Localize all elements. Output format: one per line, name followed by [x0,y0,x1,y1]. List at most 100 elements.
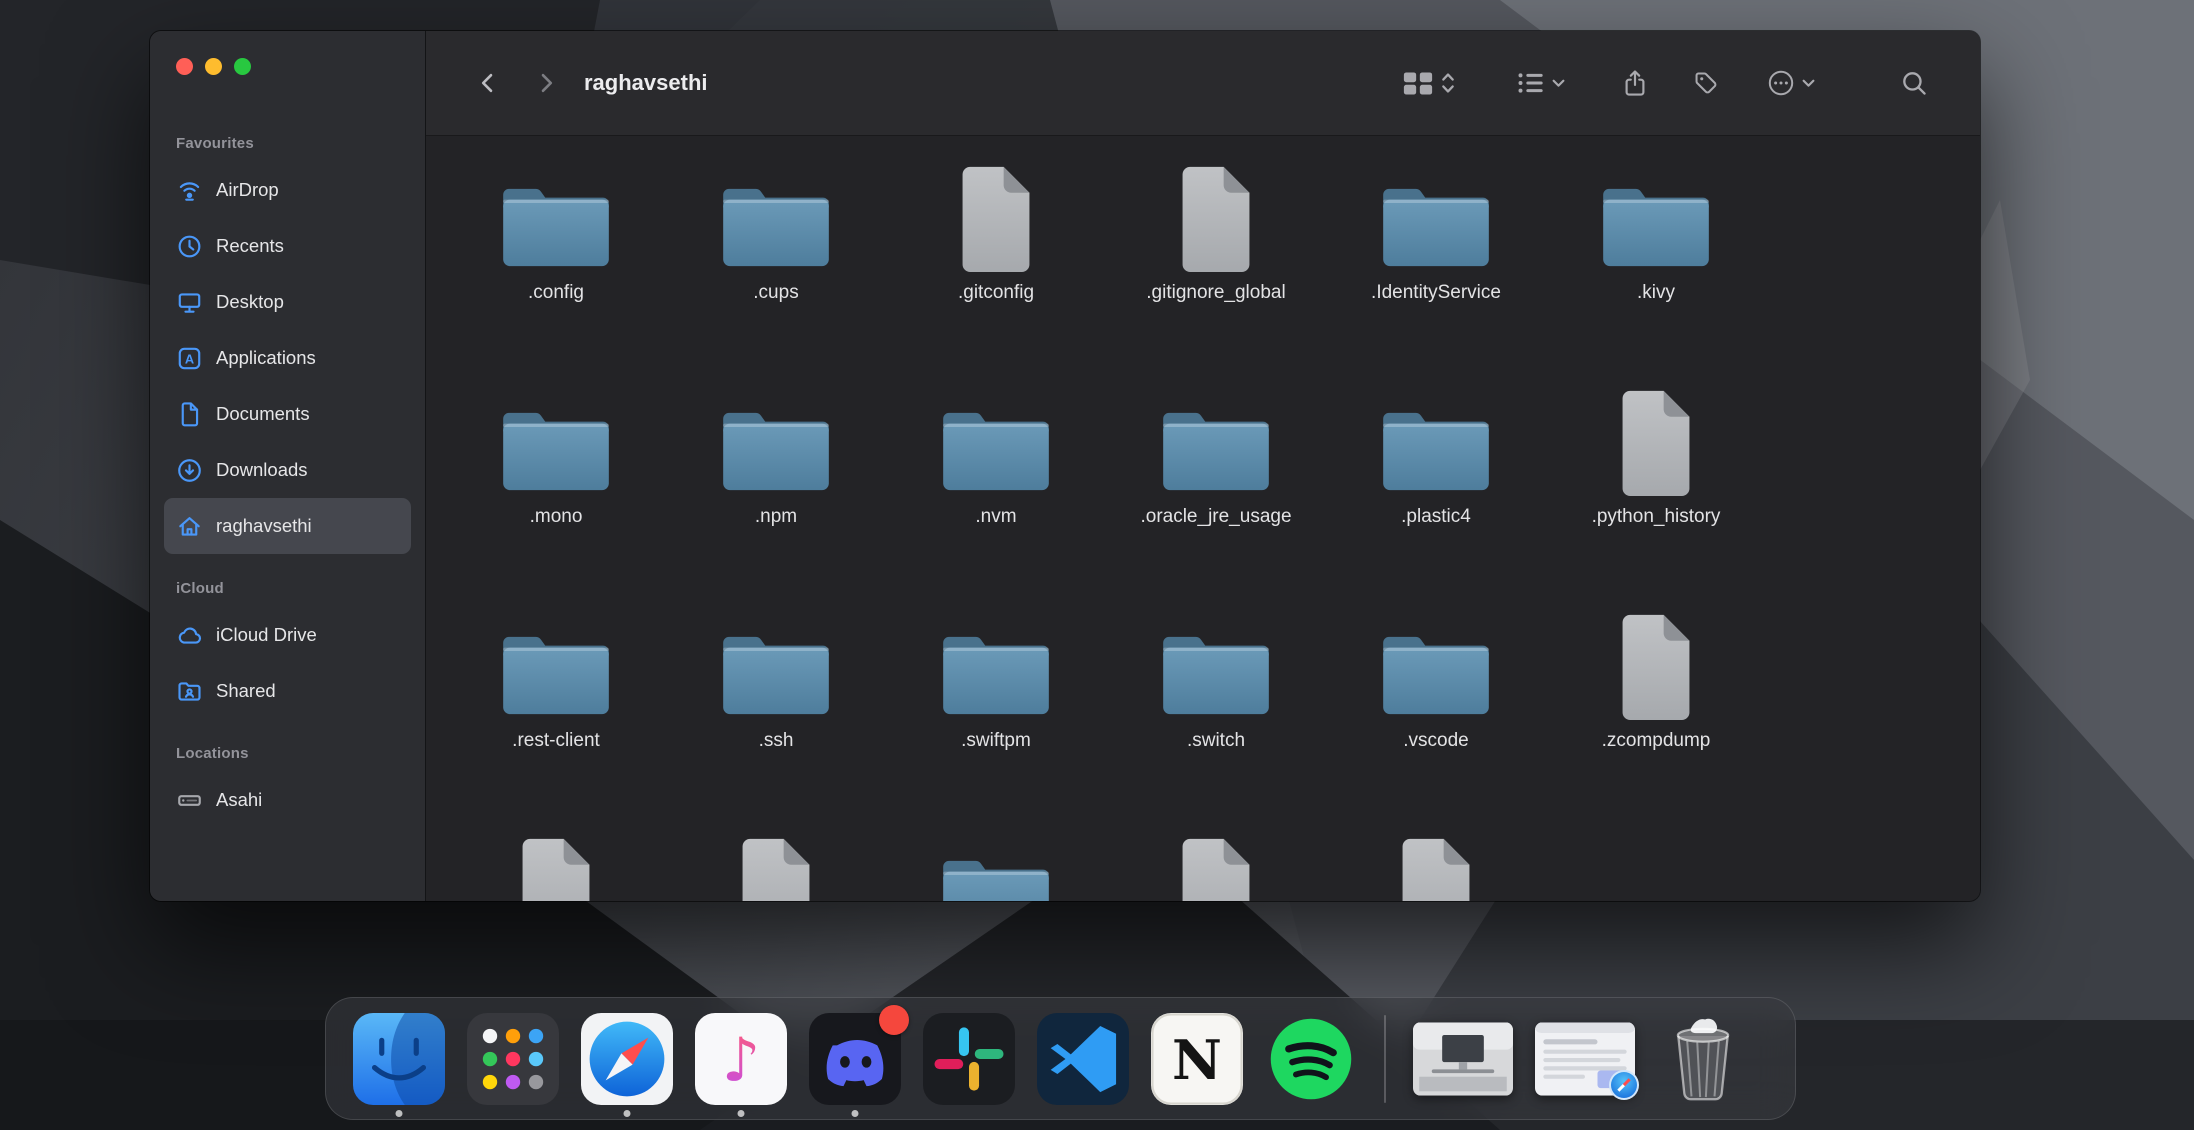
sidebar-item-desktop[interactable]: Desktop [164,274,411,330]
tag-icon [1693,70,1719,96]
view-options-button[interactable] [1402,70,1455,97]
sidebar-item-raghavsethi[interactable]: raghavsethi [164,498,411,554]
dock: ♪ N [325,997,1796,1120]
dock-item-discord[interactable] [809,1013,901,1105]
sidebar-item-airdrop[interactable]: AirDrop [164,162,411,218]
file-item-label: .vscode [1403,730,1468,752]
folder-item-nvm[interactable]: .nvm [886,374,1106,598]
tags-button[interactable] [1693,70,1719,96]
file-item-gitconfig[interactable]: .gitconfig [886,150,1106,374]
folder-item-row4-20[interactable] [886,822,1106,901]
trash-icon [1657,1013,1749,1105]
shared-folder-icon [176,678,203,705]
folder-icon [1157,598,1275,720]
file-icon [1613,598,1699,720]
toolbar: raghavsethi [426,31,1980,136]
folder-item-plastic4[interactable]: .plastic4 [1326,374,1546,598]
dock-item-finder[interactable] [353,1013,445,1105]
sidebar-item-label: Downloads [216,459,308,481]
file-item-label: .switch [1187,730,1245,752]
dock-item-trash[interactable] [1657,1013,1749,1105]
back-button[interactable] [476,70,500,96]
folder-icon [717,598,835,720]
applications-icon: A [176,345,203,372]
file-icon [953,150,1039,272]
folder-icon [1377,374,1495,496]
sidebar-section-list: Asahi [164,772,411,828]
file-item-label: .rest-client [512,730,600,752]
sidebar-section-title: iCloud [176,580,411,597]
grid-view-icon [1402,70,1434,97]
folder-item-mono[interactable]: .mono [446,374,666,598]
group-button[interactable] [1517,71,1565,95]
sidebar-item-label: AirDrop [216,179,279,201]
folder-icon [1377,598,1495,720]
sidebar-item-asahi[interactable]: Asahi [164,772,411,828]
file-item-row4-21[interactable] [1106,822,1326,901]
file-icon [513,822,599,901]
minimize-button[interactable] [205,58,222,75]
file-item-label: .gitignore_global [1146,282,1285,304]
dock-item-notion[interactable]: N [1151,1013,1243,1105]
music-icon: ♪ [695,1013,787,1105]
share-button[interactable] [1623,69,1647,98]
folder-item-rest-client[interactable]: .rest-client [446,598,666,822]
folder-icon [497,598,615,720]
file-item-row4-19[interactable] [666,822,886,901]
file-item-label: .gitconfig [958,282,1034,304]
sidebar-item-recents[interactable]: Recents [164,218,411,274]
close-button[interactable] [176,58,193,75]
dock-item-window-thumbnail-1[interactable] [1413,1022,1513,1096]
sidebar-item-documents[interactable]: Documents [164,386,411,442]
forward-button[interactable] [534,70,558,96]
slack-icon [923,1013,1015,1105]
file-icon [1613,374,1699,496]
more-actions-button[interactable] [1767,69,1815,97]
folder-item-identityservice[interactable]: .IdentityService [1326,150,1546,374]
sidebar-section: iCloud iCloud Drive Shared [164,580,411,719]
file-item-gitignore-global[interactable]: .gitignore_global [1106,150,1326,374]
folder-item-npm[interactable]: .npm [666,374,886,598]
folder-icon [937,822,1055,901]
folder-item-oracle-jre-usage[interactable]: .oracle_jre_usage [1106,374,1326,598]
dock-item-vscode[interactable] [1037,1013,1129,1105]
file-item-python-history[interactable]: .python_history [1546,374,1766,598]
folder-item-ssh[interactable]: .ssh [666,598,886,822]
download-icon [176,457,203,484]
sidebar-item-label: Shared [216,680,276,702]
safari-icon [581,1013,673,1105]
sidebar-item-icloud-drive[interactable]: iCloud Drive [164,607,411,663]
dock-item-spotify[interactable] [1265,1013,1357,1105]
file-item-row4-22[interactable] [1326,822,1546,901]
file-item-zcompdump[interactable]: .zcompdump [1546,598,1766,822]
dock-item-safari[interactable] [581,1013,673,1105]
folder-item-kivy[interactable]: .kivy [1546,150,1766,374]
search-button[interactable] [1901,70,1928,97]
window-title: raghavsethi [584,70,708,96]
dock-item-music[interactable]: ♪ [695,1013,787,1105]
folder-item-vscode[interactable]: .vscode [1326,598,1546,822]
vscode-icon [1037,1013,1129,1105]
file-item-row4-18[interactable] [446,822,666,901]
folder-icon [937,598,1055,720]
file-item-label: .nvm [975,506,1016,528]
sidebar-section: Locations Asahi [164,745,411,828]
folder-item-config[interactable]: .config [446,150,666,374]
running-indicator [624,1110,631,1117]
zoom-button[interactable] [234,58,251,75]
file-item-label: .python_history [1592,506,1721,528]
dock-item-window-thumbnail-2[interactable] [1535,1022,1635,1096]
sidebar-item-downloads[interactable]: Downloads [164,442,411,498]
dock-item-slack[interactable] [923,1013,1015,1105]
folder-icon [1157,374,1275,496]
sidebar-item-applications[interactable]: A Applications [164,330,411,386]
folder-item-switch[interactable]: .switch [1106,598,1326,822]
sidebar-item-shared[interactable]: Shared [164,663,411,719]
sidebar-item-label: Recents [216,235,284,257]
spotify-icon [1265,1013,1357,1105]
folder-item-swiftpm[interactable]: .swiftpm [886,598,1106,822]
dock-separator [1384,1015,1386,1103]
svg-text:♪: ♪ [722,1025,761,1095]
dock-item-launchpad[interactable] [467,1013,559,1105]
folder-item-cups[interactable]: .cups [666,150,886,374]
